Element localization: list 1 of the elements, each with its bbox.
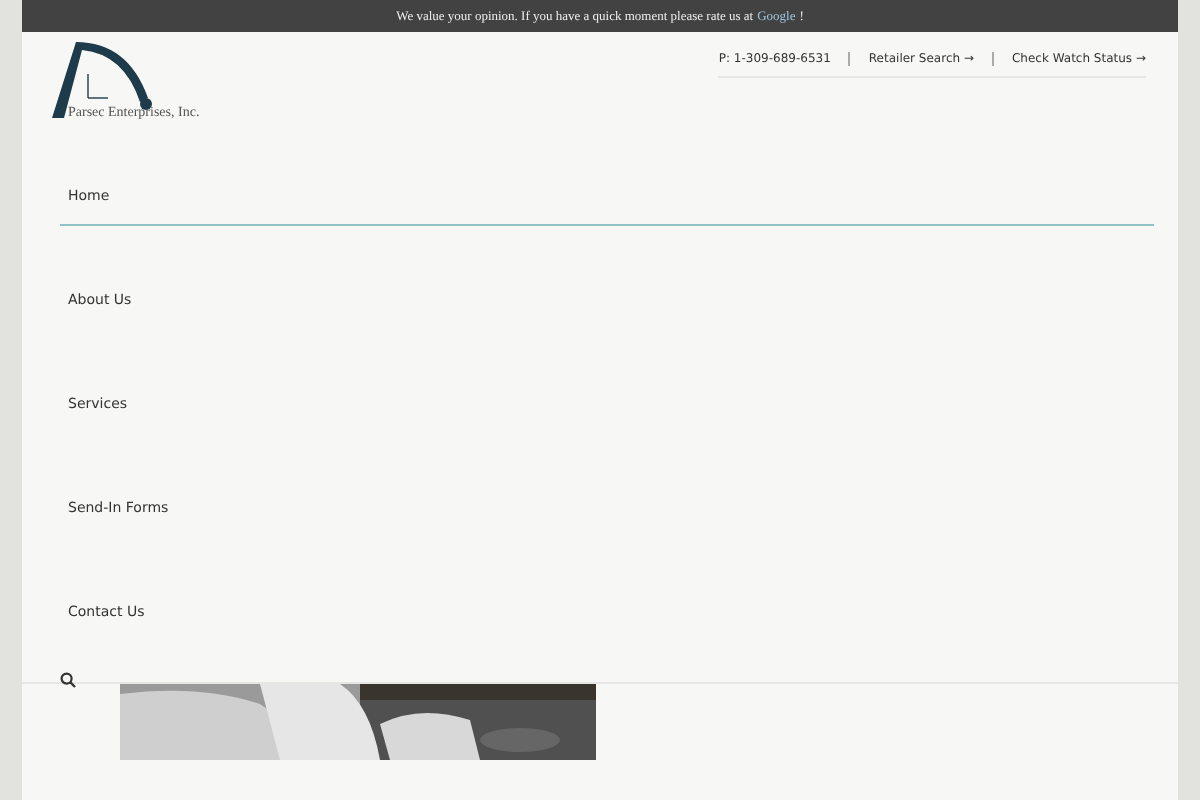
search-icon[interactable] (60, 672, 76, 688)
